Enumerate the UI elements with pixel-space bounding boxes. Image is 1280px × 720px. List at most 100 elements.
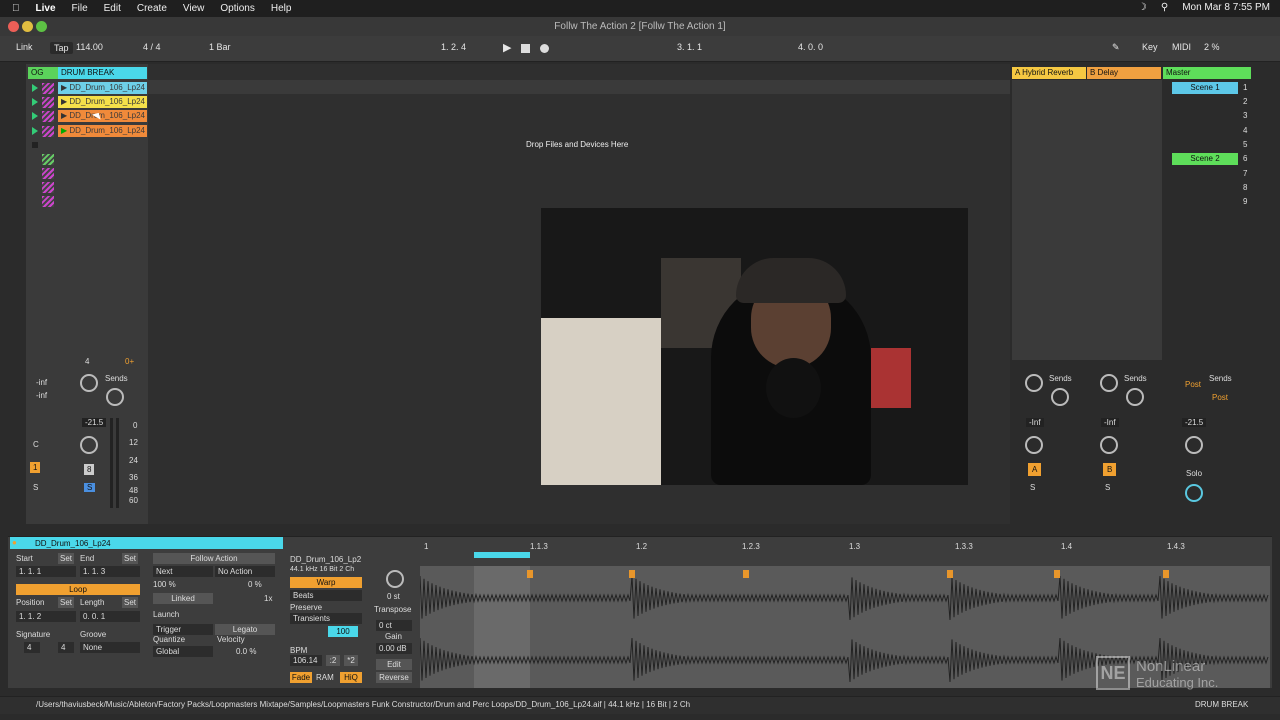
track-header-drum-break[interactable]: DRUM BREAK — [58, 67, 147, 79]
stop-icon[interactable] — [521, 44, 530, 53]
halve-tempo-button[interactable]: :2 — [326, 655, 340, 666]
return-b-pan-knob[interactable] — [1100, 436, 1118, 454]
menu-view[interactable]: View — [175, 3, 213, 14]
end-field[interactable]: 1. 1. 3 — [80, 566, 140, 577]
linked-button[interactable]: Linked — [153, 593, 213, 604]
position-set-button[interactable]: Set — [58, 597, 74, 608]
clip-activator-icon[interactable]: ● — [12, 538, 17, 547]
length-set-button[interactable]: Set — [122, 597, 138, 608]
return-a-pan-knob[interactable] — [1025, 436, 1043, 454]
transpose-value[interactable]: 0 st — [387, 592, 400, 601]
quantize-selector[interactable]: Global — [153, 646, 213, 657]
end-set-button[interactable]: Set — [122, 553, 138, 564]
signature-numerator[interactable]: 4 — [24, 642, 40, 653]
clip-play-icon[interactable]: ▶ — [61, 126, 67, 135]
cue-button[interactable]: C — [33, 440, 39, 449]
record-icon[interactable] — [540, 44, 549, 53]
master-pan-knob[interactable] — [1185, 436, 1203, 454]
follow-time[interactable]: 1x — [264, 594, 272, 603]
solo-button[interactable]: S — [84, 483, 96, 492]
menu-help[interactable]: Help — [263, 3, 300, 14]
scene-launch-icon[interactable] — [32, 127, 38, 135]
follow-action-a[interactable]: Next — [153, 566, 213, 577]
warp-mode[interactable]: Beats — [290, 590, 362, 601]
return-b-send-b-knob[interactable] — [1126, 388, 1144, 406]
clip-play-icon[interactable]: ▶ — [61, 111, 67, 120]
master-volume[interactable]: -21.5 — [1182, 418, 1207, 427]
arrangement-position[interactable]: 1. 2. 4 — [441, 42, 466, 52]
edit-button[interactable]: Edit — [376, 659, 412, 670]
loop-button[interactable]: Loop — [16, 584, 140, 595]
scene-launch-icon[interactable] — [32, 98, 38, 106]
tap-button[interactable]: Tap — [50, 42, 73, 54]
search-icon[interactable]: ⚲ — [1161, 2, 1168, 13]
scene-6[interactable]: Scene 2 — [1172, 153, 1238, 165]
time-signature[interactable]: 4 / 4 — [143, 42, 161, 52]
pencil-icon[interactable]: ✎ — [1112, 42, 1120, 53]
menu-create[interactable]: Create — [129, 3, 175, 14]
record-arm-button[interactable]: 8 — [84, 464, 95, 475]
tempo-field[interactable]: 114.00 — [76, 42, 103, 52]
apple-icon[interactable]:  — [0, 3, 28, 14]
start-field[interactable]: 1. 1. 1 — [16, 566, 76, 577]
warp-marker[interactable] — [743, 570, 749, 578]
post-button[interactable]: Post — [1212, 393, 1228, 402]
double-tempo-button[interactable]: *2 — [344, 655, 358, 666]
menu-app[interactable]: Live — [28, 3, 64, 14]
clip-play-icon[interactable]: ▶ — [61, 83, 67, 92]
return-a-activator[interactable]: A — [1028, 463, 1042, 476]
datetime[interactable]: Mon Mar 8 7:55 PM — [1182, 2, 1270, 13]
warp-marker[interactable] — [1054, 570, 1060, 578]
minimize-button[interactable] — [22, 21, 33, 32]
group-header[interactable]: OG — [28, 67, 58, 79]
loop-start[interactable]: 3. 1. 1 — [677, 42, 702, 52]
return-a-solo[interactable]: S — [1030, 483, 1035, 492]
menu-file[interactable]: File — [64, 3, 96, 14]
master-header[interactable]: Master — [1163, 67, 1251, 79]
velocity-field[interactable]: 0.0 % — [236, 647, 256, 656]
clip-4[interactable]: ▶ DD_Drum_106_Lp24 — [58, 125, 147, 137]
legato-button[interactable]: Legato — [215, 624, 275, 635]
return-b-solo[interactable]: S — [1105, 483, 1110, 492]
chance-a[interactable]: 100 % — [153, 580, 176, 589]
post-button[interactable]: Post — [1185, 380, 1201, 389]
close-button[interactable] — [8, 21, 19, 32]
launch-mode[interactable]: Trigger — [153, 624, 213, 635]
groove-selector[interactable]: None — [80, 642, 140, 653]
menu-options[interactable]: Options — [212, 3, 262, 14]
scene-1[interactable]: Scene 1 — [1172, 82, 1238, 94]
play-icon[interactable]: ▶ — [503, 41, 511, 54]
cue-volume-knob[interactable] — [1185, 484, 1203, 502]
loop-value[interactable]: 100 — [328, 626, 358, 637]
return-a-header[interactable]: A Hybrid Reverb — [1012, 67, 1086, 79]
scene-launch-icon[interactable] — [32, 112, 38, 120]
track-volume[interactable]: -21.5 — [82, 418, 107, 427]
reverse-button[interactable]: Reverse — [376, 672, 412, 683]
scene-launch-icon[interactable] — [32, 84, 38, 92]
pan-knob[interactable] — [80, 436, 98, 454]
menu-edit[interactable]: Edit — [96, 3, 129, 14]
clip-1[interactable]: ▶ DD_Drum_106_Lp24 — [58, 82, 147, 94]
bpm-field[interactable]: 106.14 — [290, 655, 322, 666]
signature-denominator[interactable]: 4 — [58, 642, 74, 653]
quantize-menu[interactable]: 1 Bar — [209, 42, 231, 52]
warp-marker[interactable] — [629, 570, 635, 578]
key-map-button[interactable]: Key — [1142, 42, 1158, 52]
warp-marker[interactable] — [947, 570, 953, 578]
return-b-volume[interactable]: -Inf — [1101, 418, 1119, 427]
return-a-send-b-knob[interactable] — [1051, 388, 1069, 406]
hiq-button[interactable]: HiQ — [340, 672, 362, 683]
return-b-header[interactable]: B Delay — [1087, 67, 1161, 79]
return-a-volume[interactable]: -Inf — [1026, 418, 1044, 427]
return-b-activator[interactable]: B — [1103, 463, 1117, 476]
gain-field[interactable]: 0.00 dB — [376, 643, 412, 654]
track-activator-button[interactable]: 1 — [30, 462, 41, 473]
solo-button-side[interactable]: S — [33, 483, 38, 492]
chance-b[interactable]: 0 % — [248, 580, 262, 589]
detune-field[interactable]: 0 ct — [376, 620, 412, 631]
length-field[interactable]: 0. 0. 1 — [80, 611, 140, 622]
fade-button[interactable]: Fade — [290, 672, 312, 683]
follow-action-b[interactable]: No Action — [215, 566, 275, 577]
clip-2[interactable]: ▶ DD_Drum_106_Lp24 — [58, 96, 147, 108]
zoom-button[interactable] — [36, 21, 47, 32]
